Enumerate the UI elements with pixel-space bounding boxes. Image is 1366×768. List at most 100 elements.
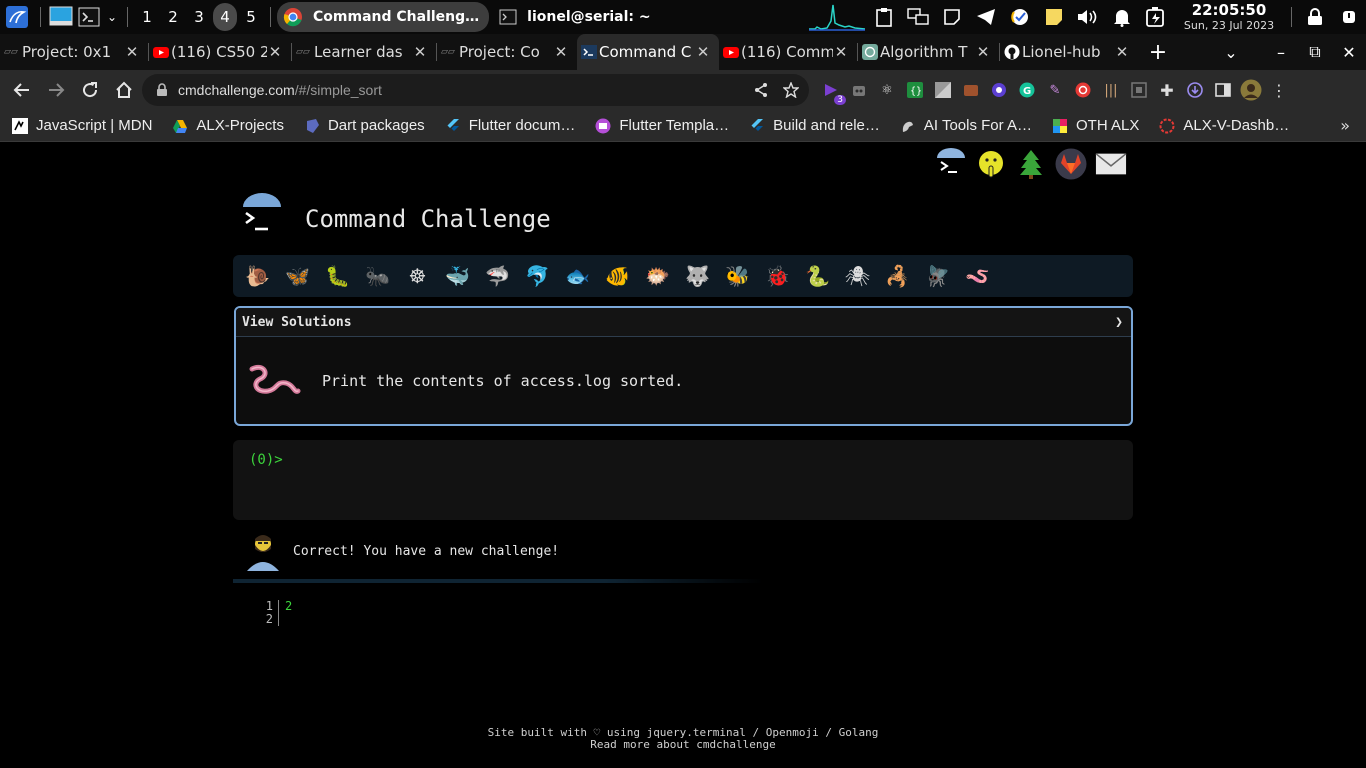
- address-bar[interactable]: cmdchallenge.com/#/simple_sort: [142, 74, 809, 106]
- minimize-icon[interactable]: –: [1264, 43, 1298, 62]
- power-icon[interactable]: [1332, 0, 1366, 34]
- email-icon[interactable]: [1095, 148, 1127, 180]
- tree-icon[interactable]: [1015, 148, 1047, 180]
- snail-icon[interactable]: 🐌: [241, 260, 274, 293]
- extensions-puzzle-icon[interactable]: ✚: [1156, 79, 1178, 101]
- lock-icon[interactable]: [1298, 0, 1332, 34]
- more-menu-icon[interactable]: ⋮: [1268, 79, 1290, 101]
- close-icon[interactable]: ✕: [412, 43, 428, 61]
- network-icon[interactable]: [901, 0, 935, 34]
- frame-extension-icon[interactable]: [1128, 79, 1150, 101]
- blowfish-icon[interactable]: 🐡: [641, 260, 674, 293]
- terminal-launcher-icon[interactable]: [75, 2, 103, 32]
- workspace-5[interactable]: 5: [239, 3, 263, 31]
- sticky-note-icon[interactable]: [1037, 0, 1071, 34]
- close-icon[interactable]: ✕: [553, 43, 569, 61]
- task-check-icon[interactable]: [1003, 0, 1037, 34]
- site-info-icon[interactable]: [156, 83, 168, 97]
- wolf-icon[interactable]: 🐺: [681, 260, 714, 293]
- bookmark-item[interactable]: Flutter Templa…: [583, 117, 737, 134]
- close-icon[interactable]: ✕: [1114, 43, 1130, 61]
- snake-icon[interactable]: 🐍: [801, 260, 834, 293]
- volume-icon[interactable]: [1071, 0, 1105, 34]
- bookmark-item[interactable]: OTH ALX: [1040, 117, 1147, 134]
- close-window-icon[interactable]: ✕: [1332, 43, 1366, 62]
- bee-icon[interactable]: 🐝: [721, 260, 754, 293]
- butterfly-icon[interactable]: 🦋: [281, 260, 314, 293]
- tropical-fish-icon[interactable]: 🐠: [601, 260, 634, 293]
- ladybug-icon[interactable]: 🐞: [761, 260, 794, 293]
- bookmark-star-icon[interactable]: [783, 82, 799, 98]
- telegram-icon[interactable]: [969, 0, 1003, 34]
- react-devtools-icon[interactable]: ⚛: [876, 79, 898, 101]
- shark-icon[interactable]: 🦈: [481, 260, 514, 293]
- caterpillar-icon[interactable]: 🐛: [321, 260, 354, 293]
- fish-icon[interactable]: 🐟: [561, 260, 594, 293]
- purple-circle-extension-icon[interactable]: [988, 79, 1010, 101]
- kali-menu-icon[interactable]: [0, 2, 34, 32]
- browser-tab[interactable]: Lionel-hub ✕: [1000, 34, 1138, 70]
- extension-badge-icon[interactable]: 3: [820, 79, 846, 105]
- reload-icon[interactable]: [74, 74, 106, 106]
- browser-tab[interactable]: ▱▱ Learner das ✕: [292, 34, 436, 70]
- shush-face-icon[interactable]: [975, 148, 1007, 180]
- bookmark-item[interactable]: AI Tools For A…: [888, 117, 1040, 134]
- fly-icon[interactable]: 🪰: [921, 260, 954, 293]
- browser-tab[interactable]: (116) Comm ✕: [719, 34, 857, 70]
- footer-read-more-link[interactable]: Read more about cmdchallenge: [0, 739, 1366, 751]
- back-icon[interactable]: [6, 74, 38, 106]
- browser-tab[interactable]: ▱▱ Project: 0x1 ✕: [0, 34, 148, 70]
- forward-icon[interactable]: [40, 74, 72, 106]
- browser-tab-active[interactable]: Command C ✕: [577, 34, 719, 70]
- brown-extension-icon[interactable]: [960, 79, 982, 101]
- bars-extension-icon[interactable]: |||: [1100, 79, 1122, 101]
- robot-extension-icon[interactable]: [848, 79, 870, 101]
- close-icon[interactable]: ✕: [124, 43, 140, 61]
- close-icon[interactable]: ✕: [975, 43, 991, 61]
- browser-tab[interactable]: Algorithm T ✕: [858, 34, 999, 70]
- bookmark-item[interactable]: ALX-Projects: [160, 117, 292, 134]
- restore-icon[interactable]: ⧉: [1298, 42, 1332, 62]
- bookmark-item[interactable]: Dart packages: [292, 117, 433, 134]
- workspace-2[interactable]: 2: [161, 3, 185, 31]
- json-extension-icon[interactable]: {}: [904, 79, 926, 101]
- cpu-graph-icon[interactable]: [807, 0, 867, 34]
- workspace-4[interactable]: 4: [213, 3, 237, 31]
- side-panel-icon[interactable]: [1212, 79, 1234, 101]
- clipboard-icon[interactable]: [867, 0, 901, 34]
- close-icon[interactable]: ✕: [695, 43, 711, 61]
- share-icon[interactable]: [753, 82, 769, 98]
- taskbar-app-terminal[interactable]: lionel@serial: ~: [493, 2, 660, 32]
- ant-icon[interactable]: 🐜: [361, 260, 394, 293]
- workspace-3[interactable]: 3: [187, 3, 211, 31]
- bookmark-item[interactable]: Flutter docum…: [433, 117, 584, 134]
- more-bookmarks-icon[interactable]: »: [1340, 116, 1350, 135]
- whale-icon[interactable]: 🐳: [441, 260, 474, 293]
- home-icon[interactable]: [108, 74, 140, 106]
- gitlab-icon[interactable]: [1055, 148, 1087, 180]
- spider-icon[interactable]: 🕷: [841, 260, 874, 293]
- tab-search-icon[interactable]: ⌄: [1214, 43, 1248, 62]
- dolphin-icon[interactable]: 🐬: [521, 260, 554, 293]
- terminal-link-icon[interactable]: [935, 148, 967, 180]
- desktop-icon[interactable]: [47, 2, 75, 32]
- bookmark-item[interactable]: JavaScript | MDN: [0, 117, 160, 134]
- scorpion-icon[interactable]: 🦂: [881, 260, 914, 293]
- grey-extension-icon[interactable]: [932, 79, 954, 101]
- profile-avatar[interactable]: [1240, 79, 1262, 101]
- notification-bell-icon[interactable]: [1105, 0, 1139, 34]
- browser-tab[interactable]: (116) CS50 2 ✕: [149, 34, 291, 70]
- workspace-1[interactable]: 1: [135, 3, 159, 31]
- taskbar-app-chrome[interactable]: Command Challeng…: [277, 2, 490, 32]
- view-solutions-toggle[interactable]: View Solutions ❯: [236, 308, 1131, 337]
- download-icon[interactable]: [1184, 79, 1206, 101]
- grammarly-icon[interactable]: G: [1016, 79, 1038, 101]
- color-picker-icon[interactable]: ✎: [1044, 79, 1066, 101]
- worm-icon[interactable]: 🪱: [961, 260, 994, 293]
- url-text[interactable]: cmdchallenge.com/#/simple_sort: [178, 82, 382, 98]
- bookmark-item[interactable]: Build and rele…: [737, 117, 888, 134]
- browser-tab[interactable]: ▱▱ Project: Co ✕: [437, 34, 577, 70]
- clock[interactable]: 22:05:50 Sun, 23 Jul 2023: [1179, 3, 1279, 32]
- notes-icon[interactable]: [935, 0, 969, 34]
- terminal-input[interactable]: (0)>: [233, 440, 1133, 520]
